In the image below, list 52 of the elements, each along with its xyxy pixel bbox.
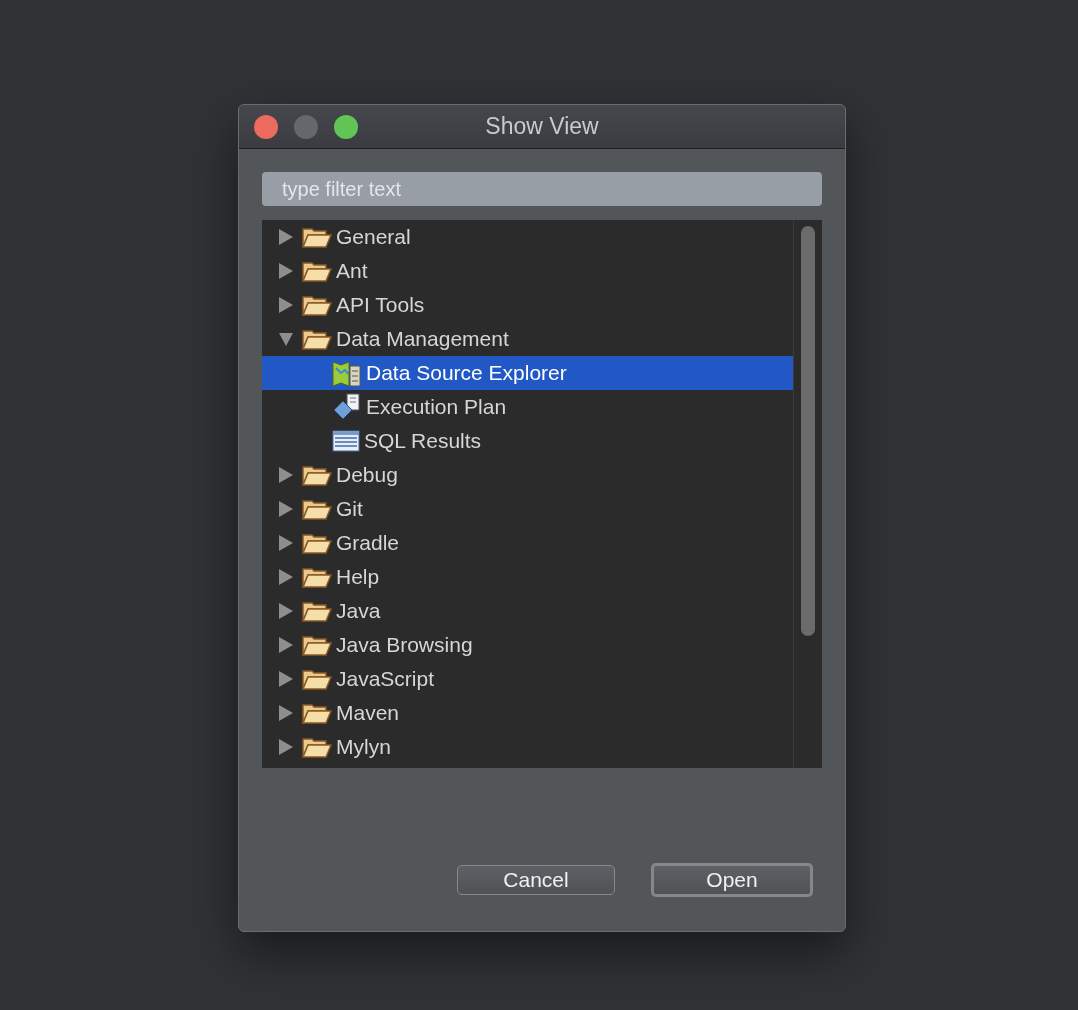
document-diamond-icon <box>332 392 362 422</box>
cancel-button[interactable]: Cancel <box>457 865 615 895</box>
tree-item[interactable]: Gradle <box>262 526 793 560</box>
expand-arrow-icon[interactable] <box>278 467 294 483</box>
zoom-button[interactable] <box>334 114 358 139</box>
folder-icon <box>302 497 332 521</box>
tree-item[interactable]: Data Source Explorer <box>262 356 793 390</box>
tree-item[interactable]: API Tools <box>262 288 793 322</box>
expand-arrow-icon[interactable] <box>278 637 294 653</box>
expand-arrow-icon[interactable] <box>278 229 294 245</box>
expand-arrow-icon[interactable] <box>278 535 294 551</box>
table-icon <box>332 429 360 453</box>
tree-item[interactable]: Git <box>262 492 793 526</box>
expand-arrow-icon[interactable] <box>278 705 294 721</box>
expand-arrow-icon[interactable] <box>278 671 294 687</box>
tree-item[interactable]: JavaScript <box>262 662 793 696</box>
tree-item[interactable]: Ant <box>262 254 793 288</box>
folder-icon <box>302 293 332 317</box>
folder-icon <box>302 463 332 487</box>
folder-icon <box>302 259 332 283</box>
open-button[interactable]: Open <box>651 863 813 897</box>
expand-arrow-icon[interactable] <box>278 603 294 619</box>
map-database-icon <box>332 358 362 388</box>
scrollbar-thumb[interactable] <box>801 226 815 636</box>
window-title: Show View <box>485 113 599 140</box>
expand-arrow-icon[interactable] <box>278 739 294 755</box>
expand-arrow-icon[interactable] <box>278 263 294 279</box>
filter-field[interactable]: type filter text <box>262 172 822 206</box>
tree-item[interactable]: Mylyn <box>262 730 793 764</box>
close-button[interactable] <box>254 114 278 139</box>
tree-item[interactable]: Help <box>262 560 793 594</box>
expand-arrow-icon[interactable] <box>278 501 294 517</box>
tree-item[interactable]: Maven <box>262 696 793 730</box>
folder-icon <box>302 327 332 351</box>
expand-arrow-icon[interactable] <box>278 569 294 585</box>
folder-icon <box>302 599 332 623</box>
folder-icon <box>302 531 332 555</box>
folder-icon <box>302 735 332 759</box>
tree-item[interactable]: Java Browsing <box>262 628 793 662</box>
tree-item[interactable]: Execution Plan <box>262 390 793 424</box>
folder-icon <box>302 701 332 725</box>
folder-icon <box>302 565 332 589</box>
tree-item[interactable]: Debug <box>262 458 793 492</box>
expand-arrow-icon[interactable] <box>278 297 294 313</box>
folder-icon <box>302 667 332 691</box>
folder-icon <box>302 225 332 249</box>
tree-item[interactable]: SQL Results <box>262 424 793 458</box>
folder-icon <box>302 633 332 657</box>
tree-item[interactable]: Data Management <box>262 322 793 356</box>
tree-item[interactable]: Java <box>262 594 793 628</box>
tree-item[interactable]: General <box>262 220 793 254</box>
collapse-arrow-icon[interactable] <box>278 331 294 347</box>
